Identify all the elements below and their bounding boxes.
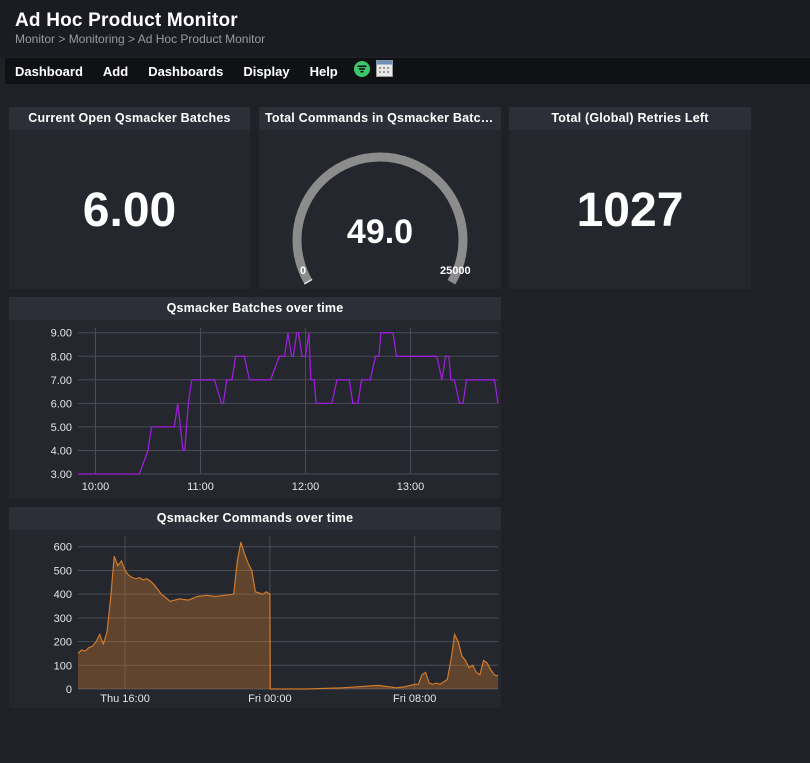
open-batches-value: 6.00 bbox=[82, 184, 177, 237]
panel-title[interactable]: Qsmacker Commands over time bbox=[9, 507, 501, 530]
gauge-max-label: 25000 bbox=[440, 265, 471, 277]
commands-chart-panel: Qsmacker Commands over time 600 500 400 300… bbox=[9, 507, 501, 708]
menu-item-display[interactable]: Display bbox=[233, 64, 299, 79]
calendar-icon[interactable] bbox=[375, 60, 393, 82]
batches-line-chart[interactable]: 9.00 8.00 7.00 6.00 5.00 4.00 3.00 10:00 11:00 12… bbox=[9, 320, 501, 498]
filter-circle-icon[interactable] bbox=[353, 60, 370, 82]
menu-bar: Dashboard Add Dashboards Display Help bbox=[5, 58, 810, 84]
panel-title[interactable]: Total Commands in Qsmacker Batches bbox=[259, 107, 501, 130]
x-tick-label: 13:00 bbox=[397, 481, 425, 493]
page-title: Ad Hoc Product Monitor bbox=[15, 10, 238, 31]
y-tick-label: 500 bbox=[54, 565, 72, 577]
menu-item-add[interactable]: Add bbox=[93, 64, 138, 79]
retries-value: 1027 bbox=[576, 184, 684, 237]
gauge-min-label: 0 bbox=[300, 265, 307, 277]
y-tick-label: 5.00 bbox=[51, 422, 72, 434]
y-tick-label: 9.00 bbox=[51, 328, 72, 340]
x-tick-label: 10:00 bbox=[82, 481, 110, 493]
x-tick-label: 11:00 bbox=[187, 481, 214, 493]
series-area bbox=[78, 542, 498, 689]
menu-item-dashboards[interactable]: Dashboards bbox=[138, 64, 233, 79]
menu-item-dashboard[interactable]: Dashboard bbox=[5, 64, 93, 79]
menu-item-help[interactable]: Help bbox=[300, 64, 348, 79]
batches-chart-panel: Qsmacker Batches over time 9.00 8.00 7.00 6… bbox=[9, 297, 501, 498]
retries-panel: Total (Global) Retries Left 1027 bbox=[509, 107, 751, 289]
y-tick-label: 0 bbox=[66, 684, 72, 696]
y-tick-label: 3.00 bbox=[51, 469, 72, 481]
y-tick-label: 8.00 bbox=[51, 351, 72, 363]
dashboard-header: Ad Hoc Product Monitor Monitor > Monitor… bbox=[0, 0, 810, 57]
y-tick-label: 300 bbox=[54, 613, 72, 625]
y-tick-label: 6.00 bbox=[51, 398, 72, 410]
y-tick-label: 100 bbox=[54, 660, 72, 672]
x-tick-label: 12:00 bbox=[292, 481, 320, 493]
y-tick-label: 600 bbox=[54, 542, 72, 554]
gauge-value: 49.0 bbox=[346, 213, 414, 251]
x-tick-label: Fri 00:00 bbox=[248, 693, 291, 705]
y-tick-label: 4.00 bbox=[51, 445, 72, 457]
x-tick-label: Fri 08:00 bbox=[393, 693, 436, 705]
panel-title[interactable]: Qsmacker Batches over time bbox=[9, 297, 501, 320]
x-tick-label: Thu 16:00 bbox=[100, 693, 150, 705]
gauge-fill bbox=[303, 278, 313, 285]
panel-title[interactable]: Total (Global) Retries Left bbox=[509, 107, 751, 130]
open-batches-panel: Current Open Qsmacker Batches 6.00 bbox=[9, 107, 250, 289]
panel-title[interactable]: Current Open Qsmacker Batches bbox=[9, 107, 250, 130]
y-tick-label: 7.00 bbox=[51, 375, 72, 387]
commands-area-chart[interactable]: 600 500 400 300 200 100 0 Thu 16:00 Fri 00:00 Fri… bbox=[9, 530, 501, 708]
total-commands-panel: Total Commands in Qsmacker Batches 49.0 … bbox=[259, 107, 501, 289]
breadcrumb[interactable]: Monitor > Monitoring > Ad Hoc Product Mo… bbox=[15, 32, 265, 46]
y-tick-label: 400 bbox=[54, 589, 72, 601]
y-tick-label: 200 bbox=[54, 637, 72, 649]
